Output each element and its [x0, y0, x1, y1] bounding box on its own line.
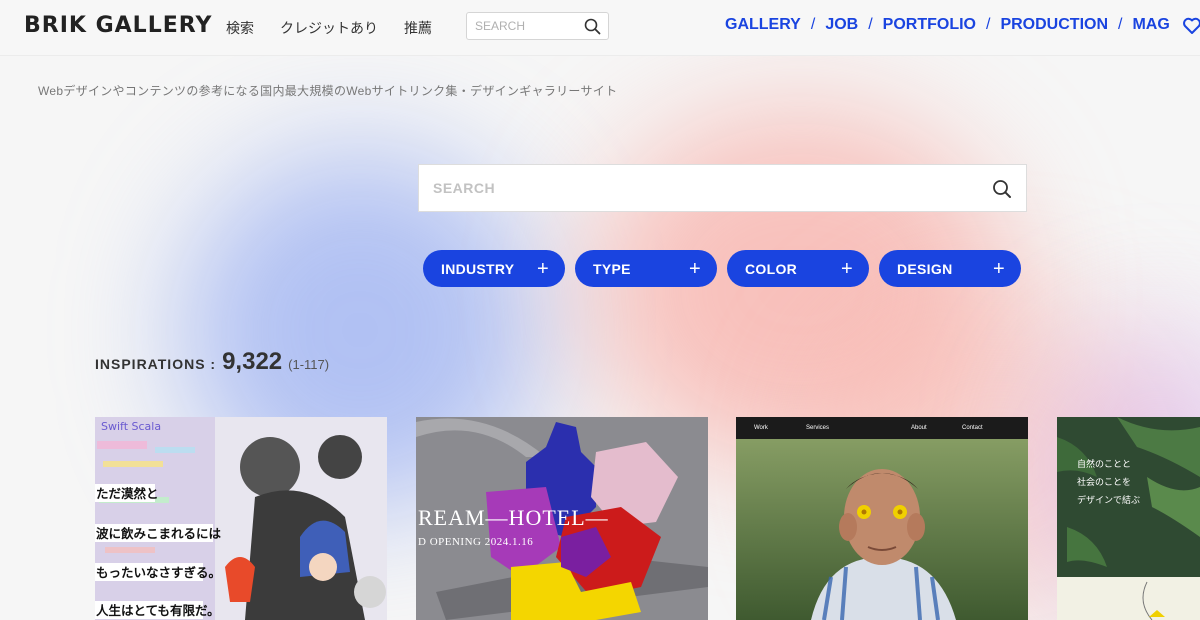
search-icon[interactable] — [584, 18, 601, 40]
card-thumbnail: 自然のことと 社会のことを デザインで結ぶ — [1057, 417, 1200, 620]
nav-portfolio[interactable]: PORTFOLIO — [883, 16, 976, 34]
card-line: ただ漠然と — [96, 486, 159, 501]
card-thumbnail: Work Services About Contact — [736, 417, 1028, 620]
filter-label: INDUSTRY — [441, 260, 515, 277]
main-nav: GALLERY / JOB / PORTFOLIO / PRODUCTION /… — [725, 16, 1170, 34]
gallery-card[interactable]: 自然のことと 社会のことを デザインで結ぶ — [1057, 417, 1200, 620]
card-line: デザインで結ぶ — [1077, 494, 1140, 506]
card-thumbnail: REAM—HOTEL— D OPENING 2024.1.16 — [416, 417, 708, 620]
filter-label: COLOR — [745, 260, 798, 277]
card-top-text: Swift Scala — [101, 420, 161, 433]
nav-job[interactable]: JOB — [825, 16, 858, 34]
count-label: INSPIRATIONS : — [95, 356, 217, 372]
card-nav: Work — [754, 425, 769, 431]
plus-icon: + — [993, 257, 1005, 280]
nav-credit[interactable]: クレジットあり — [280, 18, 378, 38]
filter-bar: INDUSTRY + TYPE + COLOR + DESIGN + — [423, 250, 1021, 287]
count-range: (1-117) — [288, 357, 330, 372]
filter-label: DESIGN — [897, 260, 953, 277]
card-nav: About — [911, 425, 927, 431]
nav-separator: / — [868, 16, 873, 33]
nav-separator: / — [1118, 16, 1123, 33]
header-search — [466, 12, 609, 40]
card-thumbnail: Swift Scala ただ漠然と 波に飲みこまれるには もったいなさすぎる。 … — [95, 417, 387, 620]
search-icon[interactable] — [992, 179, 1012, 204]
filter-design[interactable]: DESIGN + — [879, 250, 1021, 287]
filter-industry[interactable]: INDUSTRY + — [423, 250, 565, 287]
gallery-card[interactable]: Swift Scala ただ漠然と 波に飲みこまれるには もったいなさすぎる。 … — [95, 417, 387, 620]
gallery-card[interactable]: REAM—HOTEL— D OPENING 2024.1.16 — [416, 417, 708, 620]
card-nav: Services — [806, 425, 829, 431]
card-subtitle: D OPENING 2024.1.16 — [418, 536, 533, 548]
card-line: 社会のことを — [1077, 476, 1131, 488]
filter-type[interactable]: TYPE + — [575, 250, 717, 287]
main-search — [418, 164, 1027, 212]
card-title: REAM—HOTEL— — [418, 505, 609, 530]
site-header: BRIK GALLERY 検索 クレジットあり 推薦 GALLERY / JOB… — [0, 0, 1200, 56]
site-logo[interactable]: BRIK GALLERY — [24, 13, 212, 38]
card-line: 波に飲みこまれるには — [96, 526, 222, 541]
inspirations-count: INSPIRATIONS : 9,322 (1-117) — [95, 348, 329, 376]
plus-icon: + — [841, 257, 853, 280]
filter-label: TYPE — [593, 260, 631, 277]
heart-icon[interactable] — [1182, 16, 1200, 41]
nav-recommend[interactable]: 推薦 — [404, 18, 432, 38]
nav-search[interactable]: 検索 — [226, 18, 254, 38]
gallery-card[interactable]: Work Services About Contact — [736, 417, 1028, 620]
card-line: 人生はとても有限だ。 — [96, 603, 220, 618]
nav-gallery[interactable]: GALLERY — [725, 16, 801, 34]
nav-separator: / — [810, 16, 816, 33]
filter-color[interactable]: COLOR + — [727, 250, 869, 287]
plus-icon: + — [689, 257, 701, 280]
card-line: 自然のことと — [1077, 458, 1131, 470]
main-search-input[interactable] — [433, 180, 953, 196]
plus-icon: + — [537, 257, 549, 280]
nav-separator: / — [986, 16, 991, 33]
card-line: もったいなさすぎる。 — [96, 565, 221, 580]
nav-mag[interactable]: MAG — [1132, 16, 1169, 34]
jp-nav: 検索 クレジットあり 推薦 — [226, 18, 432, 38]
card-nav: Contact — [962, 425, 983, 431]
count-number: 9,322 — [222, 348, 283, 375]
header-search-input[interactable] — [475, 19, 575, 33]
site-tagline: Webデザインやコンテンツの参考になる国内最大規模のWebサイトリンク集・デザイ… — [38, 84, 618, 98]
nav-production[interactable]: PRODUCTION — [1000, 16, 1108, 34]
